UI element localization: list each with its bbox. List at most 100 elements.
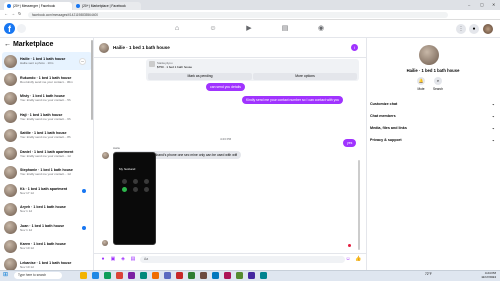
facebook-favicon-icon [76, 4, 80, 8]
avatar [4, 221, 17, 234]
list-item[interactable]: Stephanie · 1 bed 1 bath house You: kindl… [2, 163, 92, 181]
unread-dot-icon [82, 188, 86, 193]
taskbar-app-icon[interactable] [200, 272, 207, 279]
back-arrow-icon[interactable]: ← [4, 41, 13, 48]
chat-title[interactable]: Hailie · 1 bed 1 bath house [113, 45, 170, 50]
search-icon[interactable]: ⌕ [434, 77, 442, 85]
more-options-icon[interactable]: ··· [79, 57, 86, 65]
chat-avatar[interactable] [99, 42, 109, 53]
message-timestamp: 4:23 PM [220, 137, 232, 141]
taskbar-app-icon[interactable] [224, 272, 231, 279]
taskbar-app-icon[interactable] [164, 272, 171, 279]
list-item[interactable]: Misty · 1 bed 1 bath house You: kindly se… [2, 89, 92, 107]
avatar [4, 239, 17, 253]
list-item[interactable]: Aryeh · 1 bed 1 bath house Nov 1 1d [2, 200, 92, 218]
taskbar-app-icon[interactable] [128, 272, 135, 279]
taskbar-app-icon[interactable] [80, 272, 87, 279]
taskbar-search-input[interactable]: Type here to search [14, 272, 62, 279]
item-preview: Rou kindly send me your contact... 30m [20, 79, 73, 84]
search-icon[interactable] [17, 24, 26, 33]
menu-grid-icon[interactable]: ⋮ [456, 24, 466, 34]
list-item[interactable]: Haji · 1 bed 1 bath house You: kindly sen… [2, 108, 92, 126]
listing-title: $750 · 1 bed 1 bath house [157, 65, 193, 69]
sticker-icon[interactable]: ◈ [120, 256, 126, 262]
taskbar-app-icon[interactable] [92, 272, 99, 279]
message-input[interactable]: Aa [140, 256, 345, 263]
avatar [4, 147, 17, 160]
taskbar-app-icon[interactable] [152, 272, 159, 279]
taskbar-app-icon[interactable] [260, 272, 267, 279]
url-input[interactable]: facebook.com/messages/t/1421198835564400 [28, 12, 448, 18]
maximize-icon[interactable]: ▢ [480, 2, 484, 7]
marketplace-title: ← Marketplace [4, 41, 53, 48]
friends-icon[interactable]: ☺ [208, 24, 218, 34]
phone-button [133, 179, 138, 184]
list-item[interactable]: Hailie · 1 bed 1 bath house Hailie sent a… [2, 52, 92, 70]
facebook-logo-icon[interactable]: f [4, 23, 15, 34]
tab-marketplace[interactable]: (20+) Marketplace | Facebook [73, 2, 141, 10]
reload-icon[interactable]: ↻ [18, 11, 21, 16]
item-preview: Nov 1 1d [20, 227, 33, 232]
info-icon[interactable]: i [351, 44, 358, 51]
browser-tab-bar: (20+) Messenger | Facebook (20+) Marketp… [0, 0, 500, 10]
row-label: Customize chat [370, 102, 398, 106]
list-item[interactable]: Kk · 1 bed 1 bath apartment Nov 17 1d [2, 182, 92, 200]
microphone-icon[interactable]: ● [100, 256, 106, 262]
privacy-support-row[interactable]: Privacy & support ⌄ [370, 138, 495, 142]
list-item[interactable]: Juan · 1 bed 1 bath house Nov 1 1d [2, 219, 92, 237]
taskbar-app-icon[interactable] [212, 272, 219, 279]
message-bubble-sent: Kindly send me your contact number so I … [242, 96, 344, 104]
row-label: Privacy & support [370, 138, 402, 142]
taskbar-app-icon[interactable] [140, 272, 147, 279]
phone-button [144, 187, 149, 192]
list-scrollbar[interactable] [91, 40, 93, 120]
emoji-icon[interactable]: ☺ [345, 256, 351, 262]
more-options-button[interactable]: More options [253, 73, 357, 80]
mute-icon[interactable]: 🔔 [417, 77, 425, 85]
like-icon[interactable]: 👍 [355, 256, 361, 262]
profile-avatar[interactable] [419, 45, 439, 65]
windows-start-icon[interactable]: ⊞ [3, 272, 10, 279]
marketplace-icon[interactable]: ▤ [280, 24, 290, 34]
avatar [4, 128, 17, 142]
taskbar-clock[interactable]: 4:24 PM 11/17/2024 [470, 271, 496, 279]
taskbar-app-icon[interactable] [176, 272, 183, 279]
customize-chat-row[interactable]: Customize chat ⌄ [370, 102, 495, 106]
listing-thumbnail [149, 61, 155, 67]
item-preview: You: kindly send me your contact... 1d [20, 172, 71, 176]
media-files-row[interactable]: Media, files and links ⌄ [370, 126, 495, 130]
list-item[interactable]: Karen · 1 bed 1 bath house Nov 10 1d [2, 237, 92, 255]
message-bubble-sent: yes [343, 139, 357, 147]
chat-members-row[interactable]: Chat members ⌄ [370, 114, 495, 118]
gif-icon[interactable]: ▤ [130, 256, 136, 262]
taskbar-app-icon[interactable] [236, 272, 243, 279]
back-icon[interactable]: ← [4, 11, 8, 16]
home-icon[interactable]: ⌂ [172, 24, 182, 34]
mark-as-pending-button[interactable]: Mark as pending [148, 73, 252, 80]
tab-messenger[interactable]: (20+) Messenger | Facebook [4, 2, 72, 10]
taskbar-app-icon[interactable] [188, 272, 195, 279]
weather-widget[interactable]: 72°F [425, 272, 432, 276]
groups-icon[interactable]: ◉ [316, 24, 326, 34]
chat-scrollbar[interactable] [358, 160, 360, 250]
profile-name: Hailie · 1 bed 1 bath house [406, 68, 460, 73]
forward-icon[interactable]: → [11, 11, 15, 16]
list-item[interactable]: Daniel · 1 bed 1 bath apartment You: kind… [2, 145, 92, 163]
list-item[interactable]: Rukundo · 1 bed 1 bath house Rou kindly s… [2, 71, 92, 89]
video-icon[interactable]: ▶ [244, 24, 254, 34]
chevron-down-icon: ⌄ [491, 114, 495, 118]
row-label: Chat members [370, 114, 396, 118]
notifications-icon[interactable]: ● [469, 24, 479, 34]
minimize-icon[interactable]: – [468, 2, 470, 7]
taskbar-app-icon[interactable] [104, 272, 111, 279]
taskbar-app-icon[interactable] [248, 272, 255, 279]
message-bubble-sent: can send you details [206, 83, 245, 91]
image-icon[interactable]: ▣ [110, 256, 116, 262]
close-icon[interactable]: ✕ [492, 2, 495, 7]
shared-photo[interactable]: My husband [113, 152, 156, 245]
taskbar-app-icon[interactable] [116, 272, 123, 279]
list-item[interactable]: Sattlie · 1 bed 1 bath house You: kindly … [2, 126, 92, 144]
avatar [4, 184, 17, 197]
account-avatar[interactable] [483, 24, 493, 34]
chevron-down-icon: ⌄ [491, 138, 495, 142]
